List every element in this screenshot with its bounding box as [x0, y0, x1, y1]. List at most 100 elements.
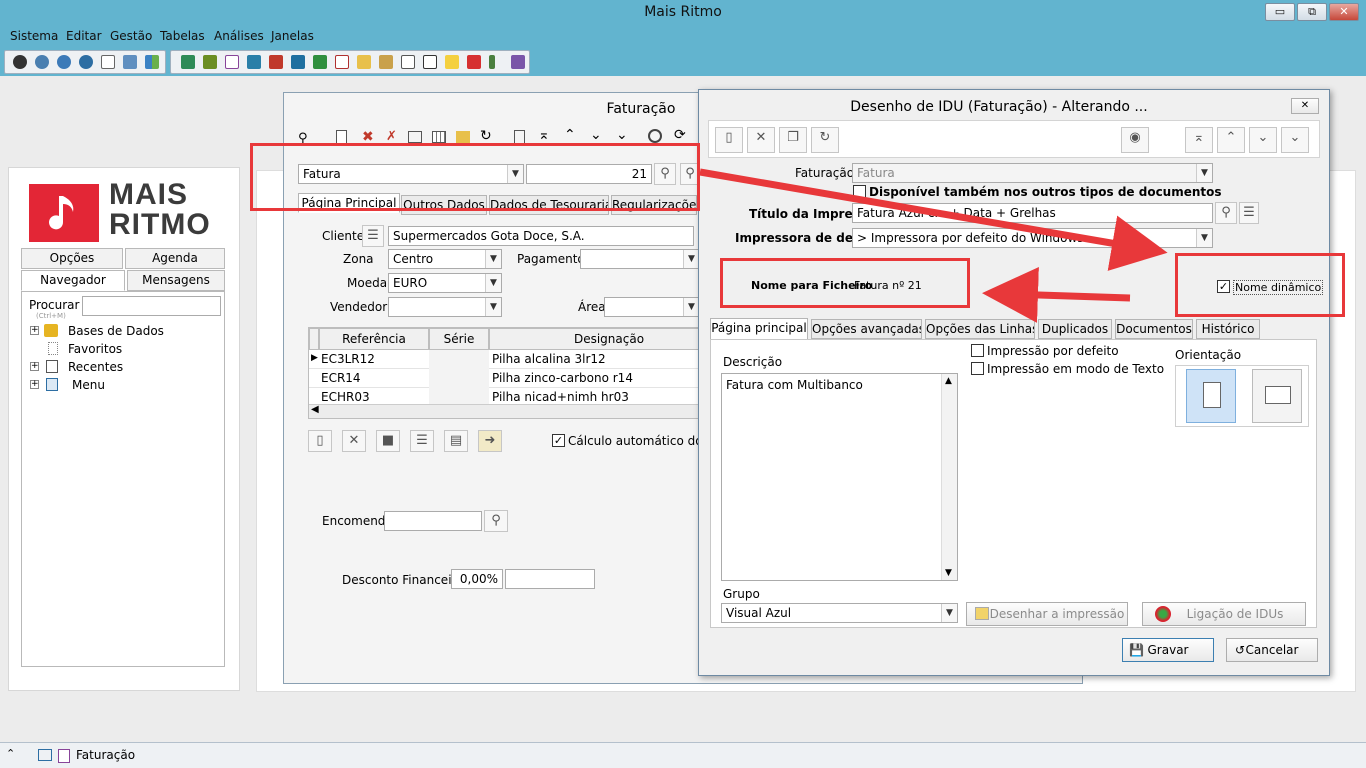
settings-icon[interactable] [79, 55, 93, 69]
menu-gestao[interactable]: Gestão [110, 29, 152, 43]
delete-line-button[interactable]: ✕ [342, 430, 366, 452]
list-icon[interactable] [225, 55, 239, 69]
cancelar-button[interactable]: ↺ Cancelar [1226, 638, 1318, 662]
idu-tab-pagina-principal[interactable]: Página principal [710, 318, 808, 340]
impressao-defeito-checkbox[interactable] [971, 344, 984, 357]
next-icon[interactable]: ⌄ [590, 127, 602, 143]
last-icon[interactable]: ⌄ [616, 127, 628, 143]
sync-icon[interactable] [57, 55, 71, 69]
first-icon[interactable]: ⌅ [538, 127, 550, 143]
tab-mensagens[interactable]: Mensagens [127, 270, 225, 291]
back-icon[interactable] [13, 55, 27, 69]
titulo-list-button[interactable]: ☰ [1239, 202, 1259, 224]
desconto-field[interactable]: 0,00% [451, 569, 503, 589]
desenhar-impressao-button[interactable]: Desenhar a impressão [966, 602, 1128, 626]
page-icon[interactable] [401, 55, 415, 69]
prev-icon[interactable]: ⌃ [564, 127, 576, 143]
notes-icon[interactable] [423, 55, 437, 69]
book-icon[interactable] [181, 55, 195, 69]
options-icon[interactable] [648, 129, 662, 143]
cliente-list-button[interactable]: ☰ [362, 225, 384, 247]
impressao-texto-checkbox[interactable] [971, 362, 984, 375]
form-icon[interactable] [408, 131, 422, 143]
report-icon[interactable] [291, 55, 305, 69]
people-icon[interactable] [313, 55, 327, 69]
menu-editar[interactable]: Editar [66, 29, 102, 43]
idu-first-button[interactable]: ⌅ [1185, 127, 1213, 153]
idu-tab-historico[interactable]: Histórico [1196, 319, 1260, 339]
folder-icon[interactable] [456, 131, 470, 143]
add-line-button[interactable]: ▯ [308, 430, 332, 452]
grupo-select[interactable]: Visual Azul ▼ [721, 603, 958, 623]
menu-analises[interactable]: Análises [214, 29, 264, 43]
tab-agenda[interactable]: Agenda [125, 248, 225, 269]
search-input[interactable] [82, 296, 221, 316]
descricao-textarea[interactable]: Fatura com Multibanco ▲ ▼ [721, 373, 958, 581]
idu-last-button[interactable]: ⌄ [1281, 127, 1309, 153]
tree-item-menu[interactable]: + Menu [30, 378, 210, 394]
reload-icon[interactable]: ⟳ [674, 127, 686, 143]
grid-header-referencia[interactable]: Referência [319, 328, 429, 350]
refresh-icon[interactable] [35, 55, 49, 69]
portrait-button[interactable] [1186, 369, 1236, 423]
idu-copy-button[interactable]: ❐ [779, 127, 807, 153]
new-icon[interactable] [336, 130, 347, 144]
folder-icon[interactable] [357, 55, 371, 69]
idu-next-button[interactable]: ⌄ [1249, 127, 1277, 153]
document-icon[interactable] [101, 55, 115, 69]
folder-red-icon[interactable] [269, 55, 283, 69]
tree-icon[interactable] [489, 55, 495, 69]
pen-icon[interactable] [445, 55, 459, 69]
menu-janelas[interactable]: Janelas [271, 29, 314, 43]
titulo-field[interactable]: Fatura Azul c... + Data + Grelhas [852, 203, 1213, 223]
grid-icon[interactable] [432, 131, 446, 143]
moeda-select[interactable]: EURO ▼ [388, 273, 502, 293]
close-button[interactable]: ✕ [1329, 3, 1359, 21]
edit-icon[interactable] [38, 749, 52, 761]
line-details-button[interactable]: ☰ [410, 430, 434, 452]
windows-icon[interactable] [145, 55, 159, 69]
ligacao-idus-button[interactable]: Ligação de IDUs [1142, 602, 1306, 626]
idu-prev-button[interactable]: ⌃ [1217, 127, 1245, 153]
scroll-down-icon[interactable]: ▼ [945, 568, 952, 578]
pdf-icon[interactable] [467, 55, 481, 69]
idu-new-button[interactable]: ▯ [715, 127, 743, 153]
grid-header-serie[interactable]: Série [429, 328, 489, 350]
impressora-select[interactable]: > Impressora por defeito do Windows ▼ [852, 228, 1213, 248]
ledger-icon[interactable] [247, 55, 261, 69]
table-icon[interactable] [379, 55, 393, 69]
copy-line-button[interactable]: ■ [376, 430, 400, 452]
idu-tab-documentos[interactable]: Documentos [1115, 319, 1193, 339]
disponivel-checkbox[interactable] [853, 185, 866, 198]
table-row[interactable]: ▶ EC3LR12 Pilha alcalina 3lr12 [309, 350, 699, 369]
import-lines-button[interactable]: ➜ [478, 430, 502, 452]
status-window-faturacao[interactable]: Faturação [76, 748, 135, 762]
tree-item-bases-de-dados[interactable]: + Bases de Dados [30, 324, 210, 340]
zona-select[interactable]: Centro ▼ [388, 249, 502, 269]
tab-navegador[interactable]: Navegador [21, 270, 125, 291]
edit-icon[interactable] [123, 55, 137, 69]
titulo-search-button[interactable]: ⚲ [1215, 202, 1237, 224]
user-icon[interactable] [203, 55, 217, 69]
idu-options-button[interactable]: ◉ [1121, 127, 1149, 153]
tab-opcoes[interactable]: Opções [21, 248, 123, 269]
encomenda-field[interactable] [384, 511, 482, 531]
gravar-button[interactable]: 💾 Gravar [1122, 638, 1214, 662]
collapse-icon[interactable]: ⌃ [6, 747, 15, 760]
grid-hscrollbar[interactable]: ◀ [309, 404, 699, 418]
pagamento-select[interactable]: ▼ [580, 249, 700, 269]
encomenda-search-button[interactable]: ⚲ [484, 510, 508, 532]
desconto-value-field[interactable] [505, 569, 595, 589]
tree-item-recentes[interactable]: + Recentes [30, 360, 210, 376]
refresh-icon[interactable]: ↻ [480, 128, 492, 144]
descricao-scrollbar[interactable]: ▲ ▼ [941, 374, 957, 580]
restore-button[interactable]: ⧉ [1297, 3, 1327, 21]
idu-close-button[interactable]: ✕ [1291, 98, 1319, 114]
vendedor-select[interactable]: ▼ [388, 297, 502, 317]
idu-tab-duplicados[interactable]: Duplicados [1038, 319, 1112, 339]
landscape-button[interactable] [1252, 369, 1302, 423]
minimize-button[interactable]: ▭ [1265, 3, 1295, 21]
void-icon[interactable]: ✗ [386, 129, 397, 144]
tree-item-favoritos[interactable]: Favoritos [30, 342, 210, 358]
grid-header-designacao[interactable]: Designação [489, 328, 699, 350]
